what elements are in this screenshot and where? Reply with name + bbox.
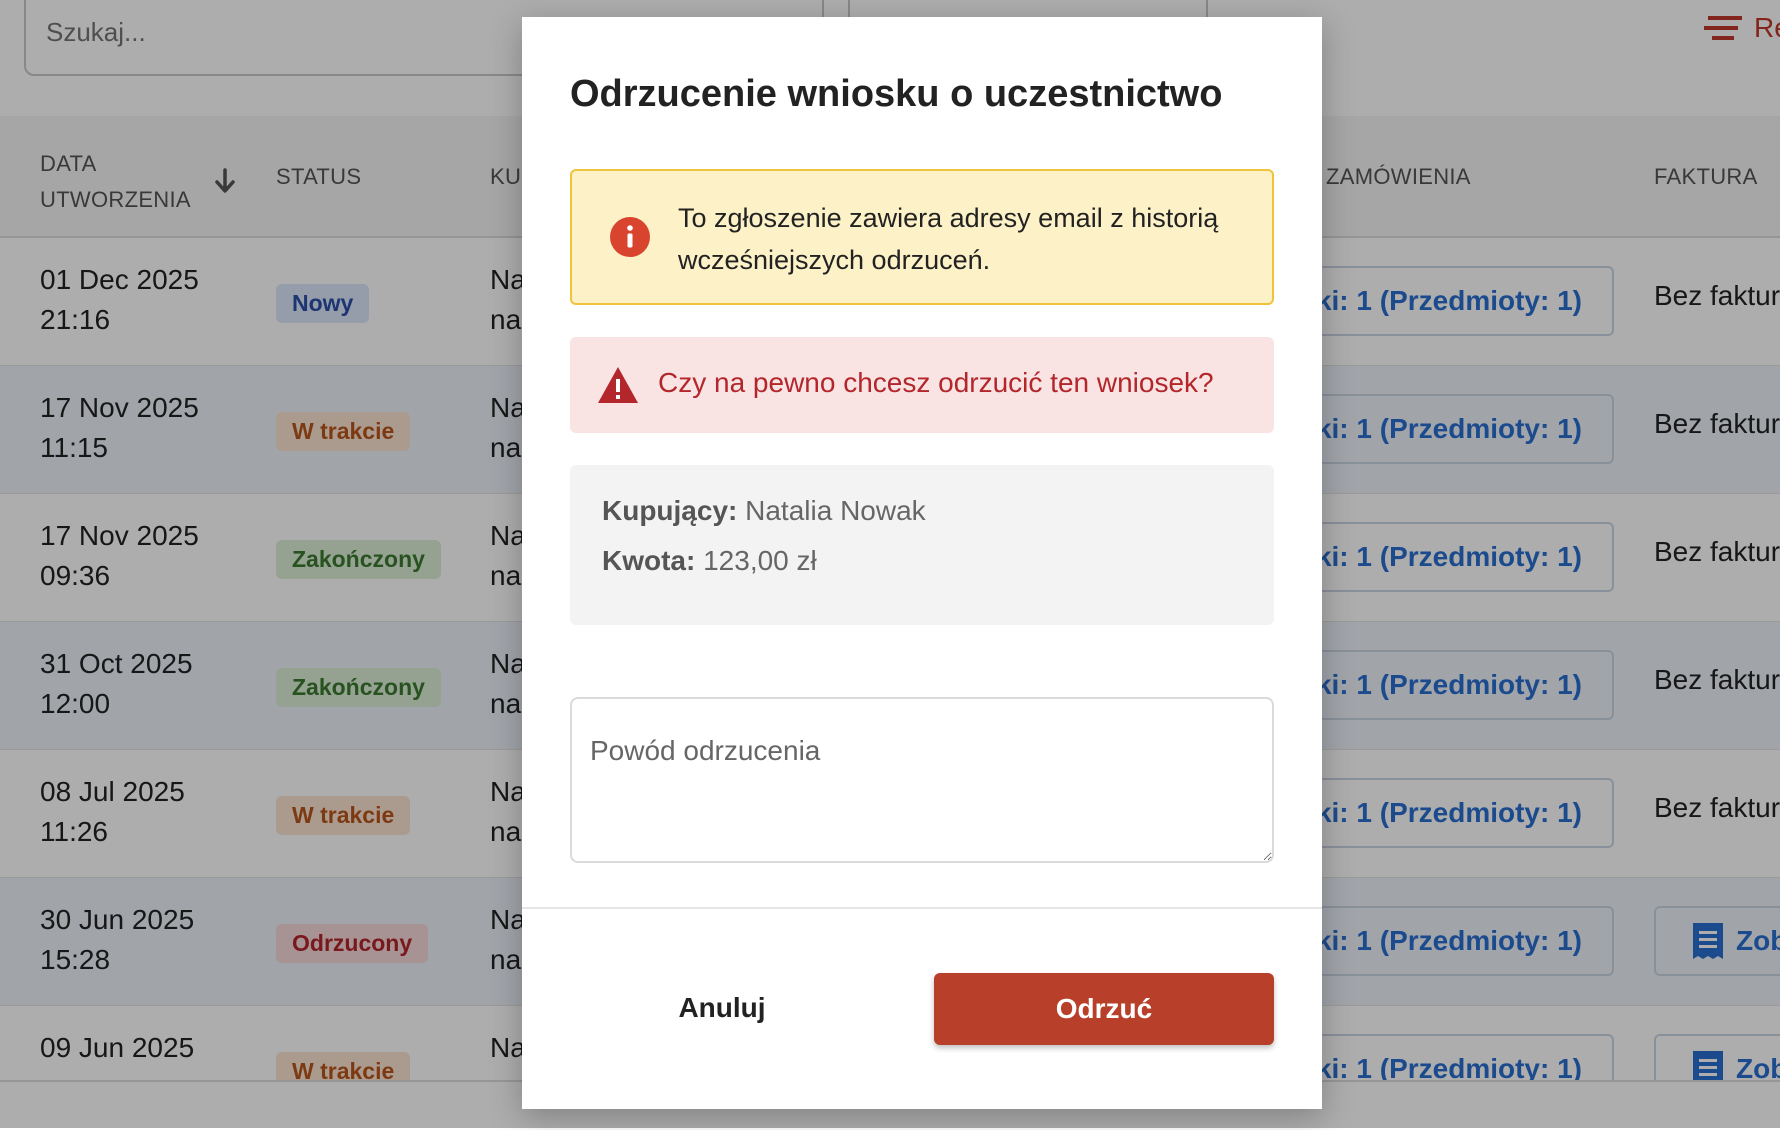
request-summary: Kupujący: Natalia Nowak Kwota: 123,00 zł [570, 465, 1274, 625]
footer-divider [522, 907, 1322, 909]
rejection-reason-input[interactable] [570, 697, 1274, 863]
buyer-value: Natalia Nowak [745, 495, 926, 526]
confirm-alert: Czy na pewno chcesz odrzucić ten wniosek… [570, 337, 1274, 433]
warning-triangle-icon [598, 367, 638, 403]
amount-line: Kwota: 123,00 zł [602, 545, 817, 577]
warning-text: To zgłoszenie zawiera adresy email z his… [678, 203, 1219, 275]
dialog-title: Odrzucenie wniosku o uczestnictwo [570, 73, 1223, 115]
info-icon [610, 217, 650, 257]
amount-label: Kwota: [602, 545, 696, 576]
reject-dialog: Odrzucenie wniosku o uczestnictwo To zgł… [522, 17, 1322, 1109]
confirm-question: Czy na pewno chcesz odrzucić ten wniosek… [658, 367, 1214, 398]
reject-button[interactable]: Odrzuć [934, 973, 1274, 1045]
buyer-line: Kupujący: Natalia Nowak [602, 495, 926, 527]
amount-value: 123,00 zł [703, 545, 817, 576]
buyer-label: Kupujący: [602, 495, 738, 526]
history-warning-alert: To zgłoszenie zawiera adresy email z his… [570, 169, 1274, 305]
cancel-button[interactable]: Anuluj [602, 973, 842, 1043]
